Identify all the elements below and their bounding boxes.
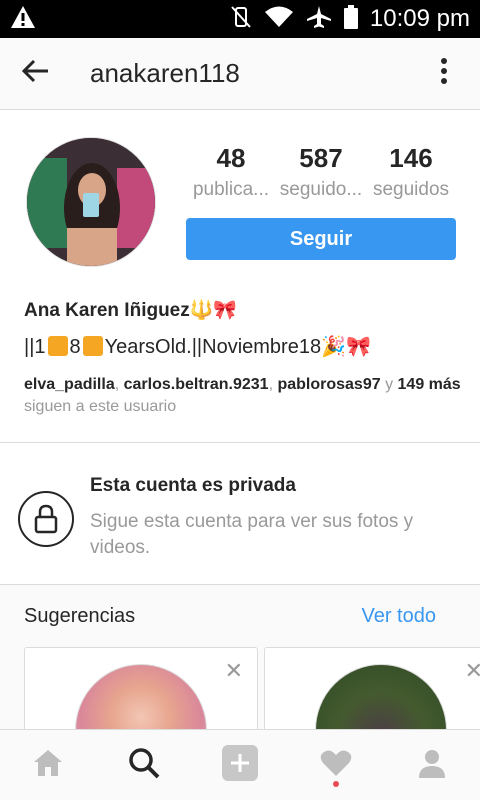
status-time: 10:09 pm [369, 5, 470, 32]
bio-text-mid: 8 [69, 336, 81, 358]
followers-count[interactable]: 587 seguido... [276, 140, 366, 204]
followers-more-count[interactable]: 149 más [398, 376, 461, 393]
bio-text-start: ||1 [24, 336, 46, 358]
private-title: Esta cuenta es privada [90, 475, 296, 496]
nav-profile[interactable] [402, 735, 462, 795]
stat-label: seguidos [372, 179, 450, 200]
wifi-icon [264, 5, 294, 34]
see-all-link[interactable]: Ver todo [361, 605, 436, 628]
stat-value: 48 [216, 143, 246, 173]
follower-name[interactable]: carlos.beltran.9231 [124, 376, 269, 393]
profile-bio: ||1 8 YearsOld.||Noviembre18🎉🎀 [24, 334, 371, 359]
suggestions-heading: Sugerencias [24, 605, 136, 627]
follower-name[interactable]: pablorosas97 [277, 376, 380, 393]
more-vertical-icon [440, 57, 448, 90]
profile-full-name: Ana Karen Iñiguez🔱🎀 [24, 300, 238, 321]
dismiss-suggestion-button[interactable]: ✕ [465, 660, 480, 682]
add-post-icon [222, 744, 258, 786]
home-icon [32, 748, 64, 783]
orange-square-icon [82, 336, 103, 356]
suggestions-section: Sugerencias Ver todo ✕ ✕ [0, 584, 480, 747]
orange-square-icon [47, 336, 68, 356]
vibrate-off-icon [230, 5, 252, 34]
options-menu-button[interactable] [408, 38, 480, 110]
followed-by-list[interactable]: elva_padilla, carlos.beltran.9231, pablo… [24, 374, 464, 418]
airplane-icon [306, 5, 332, 34]
stat-value: 587 [299, 143, 343, 173]
warning-icon [10, 5, 36, 34]
profile-avatar[interactable] [26, 137, 156, 267]
profile-stats: 48 publica... 587 seguido... 146 seguido… [186, 140, 456, 204]
arrow-left-icon [21, 59, 50, 88]
nav-new-post[interactable] [210, 735, 270, 795]
stat-value: 146 [389, 143, 433, 173]
follower-name[interactable]: elva_padilla [24, 376, 115, 393]
posts-count[interactable]: 48 publica... [186, 140, 276, 204]
follow-button[interactable]: Seguir [186, 218, 456, 260]
notification-dot [333, 781, 339, 787]
bio-text-end: YearsOld.||Noviembre18🎉🎀 [104, 336, 371, 358]
status-bar: 10:09 pm [0, 0, 480, 38]
followers-suffix: siguen a este usuario [24, 398, 177, 415]
profile-header: anakaren118 [0, 38, 480, 110]
stat-label: publica... [192, 179, 270, 200]
back-button[interactable] [0, 38, 72, 110]
nav-search[interactable] [114, 735, 174, 795]
followers-conjunction: y [385, 376, 394, 393]
lock-icon [18, 491, 74, 547]
dismiss-suggestion-button[interactable]: ✕ [225, 660, 243, 682]
profile-icon [417, 748, 447, 783]
nav-home[interactable] [18, 735, 78, 795]
following-count[interactable]: 146 seguidos [366, 140, 456, 204]
bottom-navigation [0, 729, 480, 800]
private-account-notice: Esta cuenta es privada Sigue esta cuenta… [0, 443, 480, 584]
private-description: Sigue esta cuenta para ver sus fotos y v… [90, 511, 414, 558]
header-username: anakaren118 [90, 58, 240, 88]
stat-label: seguido... [279, 179, 363, 200]
nav-activity[interactable] [306, 735, 366, 795]
activity-heart-icon [320, 749, 352, 782]
battery-icon [343, 4, 358, 34]
search-icon [128, 747, 160, 784]
